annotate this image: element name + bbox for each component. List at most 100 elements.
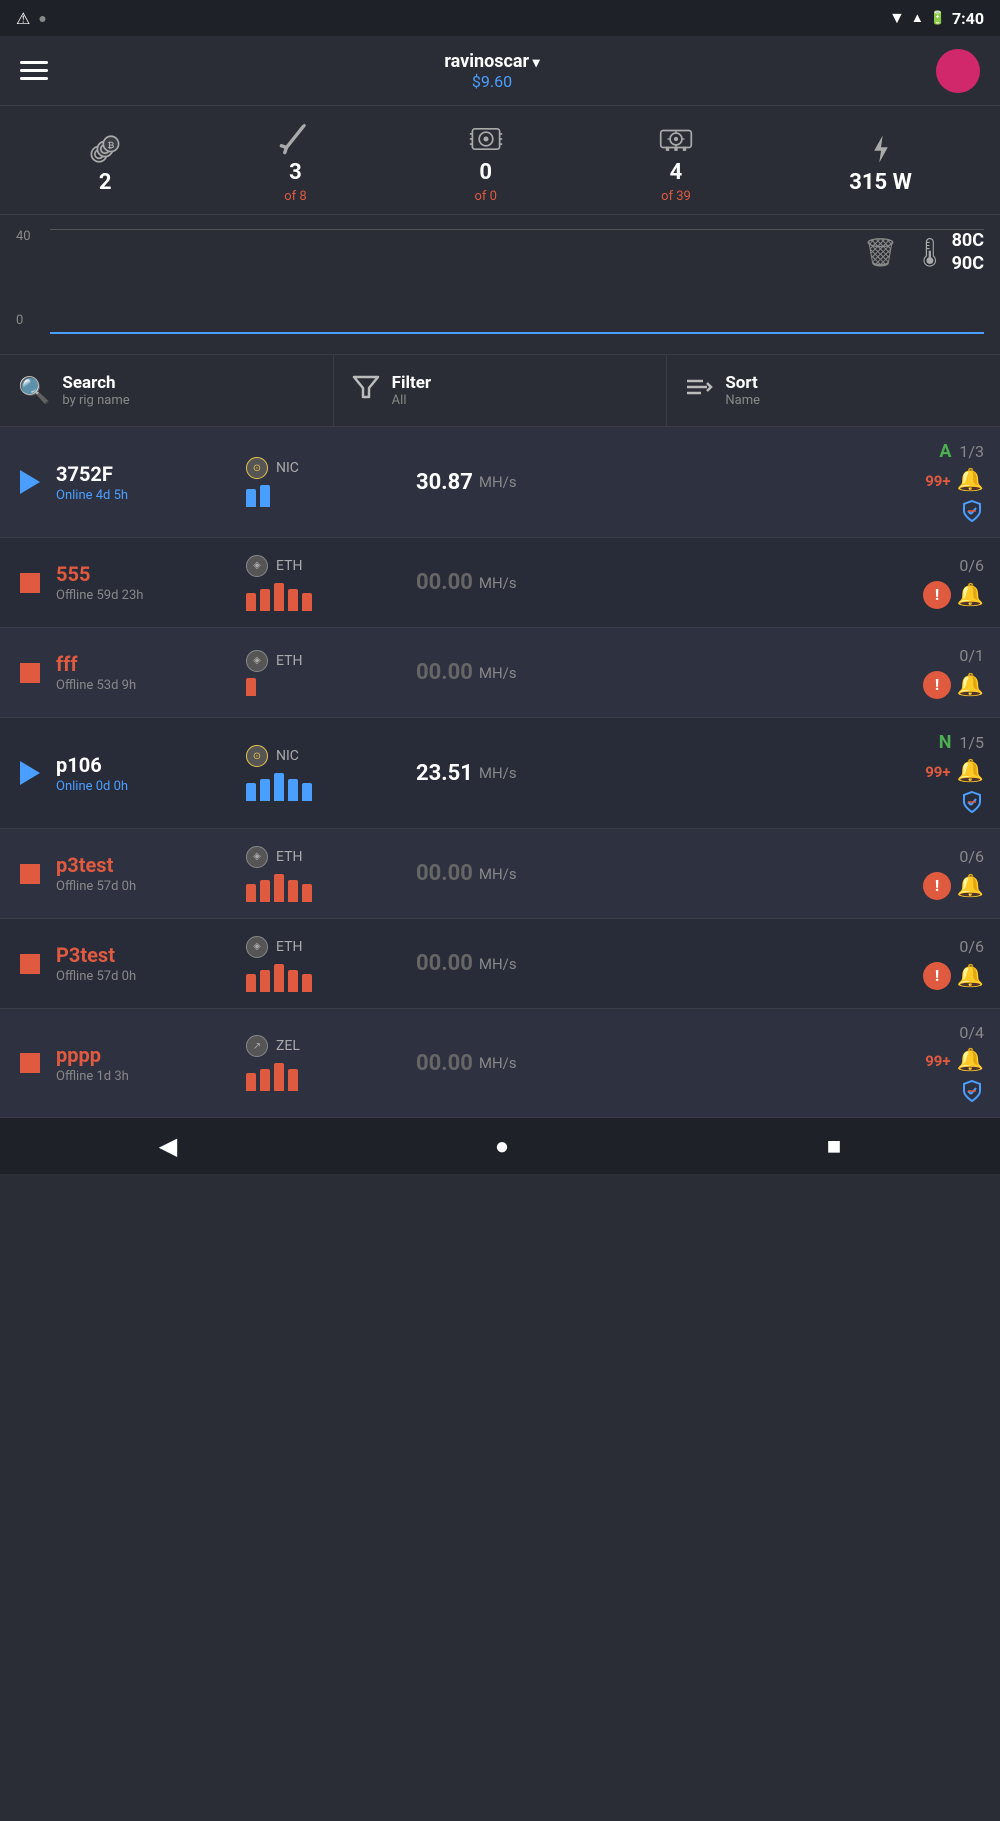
- rig-status: Offline 53d 9h: [56, 678, 236, 693]
- rig-name: P3test: [56, 943, 236, 967]
- bell-icon: 🔔: [957, 874, 984, 899]
- sort-button[interactable]: Sort Name: [667, 355, 1000, 426]
- rig-right-col: 0/6 ! 🔔: [874, 937, 984, 990]
- coins-icon: ₿: [88, 132, 122, 166]
- alert-badge: !: [923, 671, 951, 699]
- stat-asic[interactable]: 0 of 0: [469, 122, 503, 204]
- signal-icon: ▲: [911, 10, 924, 26]
- chart-line-area: [50, 229, 984, 334]
- gpu-sub: of 39: [661, 189, 691, 204]
- miners-icon: [278, 122, 312, 156]
- svg-text:!: !: [934, 967, 938, 985]
- gpu-value: 4: [670, 160, 683, 185]
- chart-area: 40 0 🗑 🌡 80C 90C: [0, 215, 1000, 355]
- status-icons: ⚠ ●: [16, 9, 47, 28]
- filter-text: Filter All: [392, 373, 432, 408]
- stat-gpu[interactable]: 4 of 39: [659, 122, 693, 204]
- rig-row[interactable]: fff Offline 53d 9h ◈ ETH 00.00 MH/s 0/1: [0, 628, 1000, 718]
- algo-top: ↗ ZEL: [246, 1035, 406, 1057]
- stat-miners[interactable]: 3 of 8: [278, 122, 312, 204]
- rig-status: Online 4d 5h: [56, 488, 236, 503]
- svg-text:!: !: [934, 676, 938, 694]
- algo-bars: [246, 773, 406, 801]
- search-button[interactable]: 🔍 Search by rig name: [0, 355, 334, 426]
- offline-icon: [16, 659, 44, 687]
- miners-value: 3: [289, 160, 302, 185]
- rig-row[interactable]: pppp Offline 1d 3h ↗ ZEL 00.00 MH/s 0/4 …: [0, 1009, 1000, 1118]
- rig-alerts: ! 🔔: [923, 962, 984, 990]
- rig-fraction: 1/5: [959, 733, 984, 752]
- rig-hash-col: 00.00 MH/s: [406, 861, 874, 886]
- rig-name-col: 3752F Online 4d 5h: [56, 462, 236, 503]
- hash-unit: MH/s: [479, 664, 517, 682]
- algo-bars: [246, 964, 406, 992]
- algo-name: ETH: [276, 849, 302, 865]
- rig-right-col: 0/6 ! 🔔: [874, 847, 984, 900]
- hash-unit: MH/s: [479, 574, 517, 592]
- algo-top: ◈ ETH: [246, 555, 406, 577]
- temp-warning: 80C: [952, 229, 984, 252]
- rig-shield-alerts: [960, 790, 984, 814]
- rig-row[interactable]: 555 Offline 59d 23h ◈ ETH 00.00 MH/s 0/6: [0, 538, 1000, 628]
- chart-y-top: 40: [16, 229, 31, 244]
- search-label: Search: [62, 373, 129, 393]
- username-label[interactable]: ravinoscar: [444, 51, 539, 72]
- online-icon: [16, 468, 44, 496]
- alert-badge: !: [923, 581, 951, 609]
- count-badge: 99+: [925, 763, 950, 781]
- rig-alerts: 99+ 🔔: [925, 468, 984, 493]
- rig-hash-col: 30.87 MH/s: [406, 470, 874, 495]
- profile-dot[interactable]: [936, 49, 980, 93]
- shield-icon: [960, 790, 984, 814]
- rig-row[interactable]: 3752F Online 4d 5h ⊙ NIC 30.87 MH/s A 1/…: [0, 427, 1000, 538]
- chart-bottom-line: [50, 332, 984, 334]
- back-button[interactable]: ◀: [149, 1122, 187, 1170]
- rig-row[interactable]: p106 Online 0d 0h ⊙ NIC 23.51 MH/s N 1/5…: [0, 718, 1000, 829]
- recent-button[interactable]: ■: [817, 1122, 852, 1171]
- hash-unit: MH/s: [479, 865, 517, 883]
- rig-top-right: A 1/3: [939, 441, 984, 462]
- chart-top-line: [50, 229, 984, 230]
- header-center[interactable]: ravinoscar $9.60: [444, 51, 539, 91]
- algo-name: ZEL: [276, 1038, 300, 1054]
- stat-power[interactable]: 315 W: [849, 132, 912, 195]
- shield-icon: [960, 499, 984, 523]
- rig-top-right: N 1/5: [939, 732, 984, 753]
- coins-value: 2: [99, 170, 112, 195]
- rig-top-right: 0/1: [959, 646, 984, 665]
- rig-row[interactable]: P3test Offline 57d 0h ◈ ETH 00.00 MH/s 0…: [0, 919, 1000, 1009]
- power-icon: [864, 132, 898, 166]
- wifi-icon: ▼: [889, 8, 905, 28]
- rig-name-col: pppp Offline 1d 3h: [56, 1043, 236, 1084]
- rig-top-right: 0/6: [959, 556, 984, 575]
- filter-button[interactable]: Filter All: [334, 355, 668, 426]
- filter-sub: All: [392, 393, 432, 408]
- rig-algo-col: ◈ ETH: [236, 555, 406, 611]
- status-right: ▼ ▲ 🔋 7:40: [889, 8, 984, 28]
- battery-icon: 🔋: [930, 11, 946, 26]
- stat-coins[interactable]: ₿ 2: [88, 132, 122, 195]
- rig-alerts: ! 🔔: [923, 872, 984, 900]
- trash-icon[interactable]: 🗑: [862, 236, 898, 269]
- rig-shield-alerts: [960, 1079, 984, 1103]
- hamburger-menu[interactable]: [20, 61, 48, 80]
- sort-icon: [685, 373, 713, 408]
- rig-name-col: 555 Offline 59d 23h: [56, 562, 236, 603]
- sort-text: Sort Name: [725, 373, 760, 408]
- rig-fraction: 1/3: [959, 442, 984, 461]
- filter-label: Filter: [392, 373, 432, 393]
- rig-status: Offline 57d 0h: [56, 879, 236, 894]
- home-button[interactable]: ●: [485, 1122, 520, 1171]
- count-badge: 99+: [925, 1052, 950, 1070]
- rig-right-col: A 1/3 99+ 🔔: [874, 441, 984, 523]
- warning-icon: ⚠: [16, 9, 30, 28]
- hash-unit: MH/s: [479, 1054, 517, 1072]
- algo-name: ETH: [276, 653, 302, 669]
- rig-status: Offline 1d 3h: [56, 1069, 236, 1084]
- algo-bars: [246, 874, 406, 902]
- rig-hash-col: 00.00 MH/s: [406, 951, 874, 976]
- rig-algo-col: ⊙ NIC: [236, 745, 406, 801]
- rig-name: pppp: [56, 1043, 236, 1067]
- rig-row[interactable]: p3test Offline 57d 0h ◈ ETH 00.00 MH/s 0…: [0, 829, 1000, 919]
- search-sub: by rig name: [62, 393, 129, 408]
